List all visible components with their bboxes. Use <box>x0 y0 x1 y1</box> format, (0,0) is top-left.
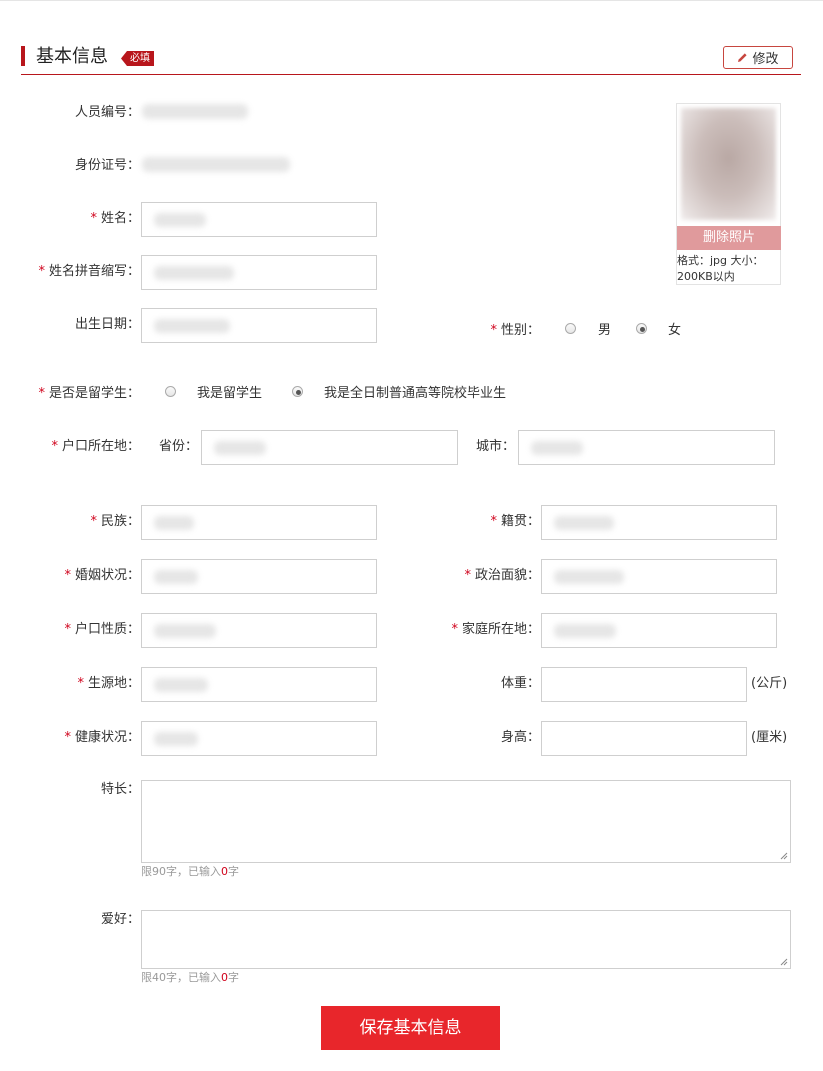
city-label: 城市： <box>476 439 516 454</box>
hobby-textarea[interactable] <box>141 910 791 969</box>
specialty-label: 特长： <box>100 782 140 797</box>
birthdate-label: 出生日期： <box>74 317 140 332</box>
required-tag: 必填 <box>121 51 154 66</box>
edit-button[interactable]: 修改 <box>723 46 793 69</box>
weight-input[interactable] <box>541 667 747 702</box>
marital-input[interactable] <box>141 559 377 594</box>
overseas-student-label: 我是留学生 <box>197 386 263 401</box>
gender-female-radio[interactable] <box>636 323 647 334</box>
name-pinyin-input[interactable] <box>141 255 377 290</box>
resize-handle-icon[interactable] <box>780 958 788 966</box>
photo-format-note: 格式：jpg 大小：200KB以内 <box>677 254 764 283</box>
profile-photo <box>681 108 776 220</box>
height-unit: (厘米) <box>751 730 788 745</box>
specialty-char-hint: 限90字，已输入0字 <box>141 865 239 878</box>
gender-label: * 性别： <box>490 323 540 338</box>
section-accent-bar <box>21 46 25 66</box>
overseas-student-radio[interactable] <box>165 386 176 397</box>
name-input[interactable] <box>141 202 377 237</box>
hobby-char-hint: 限40字，已输入0字 <box>141 971 239 984</box>
native-place-input[interactable] <box>541 505 777 540</box>
overseas-label: * 是否是留学生： <box>38 386 140 401</box>
city-input[interactable] <box>518 430 775 465</box>
pencil-icon <box>738 53 748 62</box>
health-label: * 健康状况： <box>64 730 140 745</box>
province-input[interactable] <box>201 430 458 465</box>
id-card-label: 身份证号： <box>74 158 140 173</box>
gender-male-label: 男 <box>598 323 612 338</box>
origin-input[interactable] <box>141 667 377 702</box>
province-label: 省份： <box>159 439 199 454</box>
domestic-graduate-radio[interactable] <box>292 386 303 397</box>
weight-unit: (公斤) <box>751 676 788 691</box>
edit-button-label: 修改 <box>752 52 779 67</box>
origin-label: * 生源地： <box>77 676 140 691</box>
person-id-label: 人员编号： <box>74 105 140 120</box>
hukou-type-input[interactable] <box>141 613 377 648</box>
resize-handle-icon[interactable] <box>780 852 788 860</box>
hukou-location-label: * 户口所在地： <box>51 439 140 454</box>
home-location-input[interactable] <box>541 613 777 648</box>
ethnicity-input[interactable] <box>141 505 377 540</box>
specialty-textarea[interactable] <box>141 780 791 863</box>
section-title: 基本信息 <box>36 46 108 67</box>
name-pinyin-label: * 姓名拼音缩写： <box>38 264 140 279</box>
political-label: * 政治面貌： <box>464 568 540 583</box>
home-location-label: * 家庭所在地： <box>451 622 540 637</box>
health-input[interactable] <box>141 721 377 756</box>
weight-label: 体重： <box>500 676 540 691</box>
marital-label: * 婚姻状况： <box>64 568 140 583</box>
gender-male-radio[interactable] <box>565 323 576 334</box>
ethnicity-label: * 民族： <box>90 514 140 529</box>
gender-female-label: 女 <box>668 323 682 338</box>
id-card-value <box>142 157 290 172</box>
top-border <box>0 0 823 1</box>
native-place-label: * 籍贯： <box>490 514 540 529</box>
domestic-graduate-label: 我是全日制普通高等院校毕业生 <box>324 386 507 401</box>
person-id-value <box>142 104 248 119</box>
hukou-type-label: * 户口性质： <box>64 622 140 637</box>
height-label: 身高： <box>500 730 540 745</box>
height-input[interactable] <box>541 721 747 756</box>
save-basic-info-button[interactable]: 保存基本信息 <box>321 1006 500 1050</box>
section-divider <box>21 74 801 75</box>
hobby-label: 爱好： <box>100 912 140 927</box>
birthdate-input[interactable] <box>141 308 377 343</box>
political-input[interactable] <box>541 559 777 594</box>
name-label: * 姓名： <box>90 211 140 226</box>
delete-photo-button[interactable]: 删除照片 <box>677 226 781 250</box>
